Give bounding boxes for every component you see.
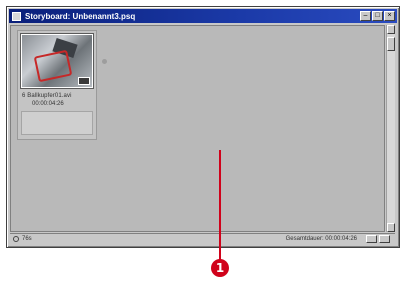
preview-highlight (33, 49, 73, 83)
total-duration: Gesamtdauer: 00:00:04:26 (285, 236, 357, 242)
clip-card[interactable]: 6 Ballkupfer01.avi 00:00:04:26 (17, 30, 107, 140)
callout-line (219, 150, 221, 262)
minimize-icon[interactable]: – (360, 11, 371, 21)
clip-thumbnail[interactable] (20, 33, 94, 89)
callout-badge: 1 (211, 259, 229, 277)
close-icon[interactable]: × (384, 11, 395, 21)
scroll-down-icon[interactable] (387, 223, 395, 232)
window-title: Storyboard: Unbenannt3.psq (25, 11, 136, 21)
window-controls: – □ × (360, 11, 395, 21)
title-bar[interactable]: Storyboard: Unbenannt3.psq – □ × (9, 9, 397, 23)
clip-duration: 00:00:04:26 (32, 101, 64, 107)
view-mode-icon[interactable] (366, 235, 377, 243)
scroll-thumb[interactable] (387, 37, 395, 51)
maximize-icon[interactable]: □ (372, 11, 383, 21)
vertical-scrollbar[interactable] (386, 25, 395, 232)
clip-index: 6 (22, 93, 26, 99)
view-options-button[interactable] (379, 235, 390, 243)
status-bar: 76s Gesamtdauer: 00:00:04:26 (10, 233, 395, 244)
clip-comment-field[interactable] (21, 111, 93, 135)
clip-name-label: 6 Ballkupfer01.avi (22, 93, 94, 99)
window-app-icon[interactable] (12, 11, 21, 21)
zoom-label: 76s (22, 236, 32, 242)
film-icon (78, 77, 90, 85)
storyboard-window: Storyboard: Unbenannt3.psq – □ × 6 Ballk… (6, 6, 400, 248)
scroll-up-icon[interactable] (387, 25, 395, 34)
card-connector-icon (102, 59, 107, 64)
zoom-icon[interactable] (13, 236, 19, 242)
clip-filename: Ballkupfer01.avi (27, 93, 72, 99)
storyboard-workspace[interactable]: 6 Ballkupfer01.avi 00:00:04:26 (10, 25, 385, 232)
